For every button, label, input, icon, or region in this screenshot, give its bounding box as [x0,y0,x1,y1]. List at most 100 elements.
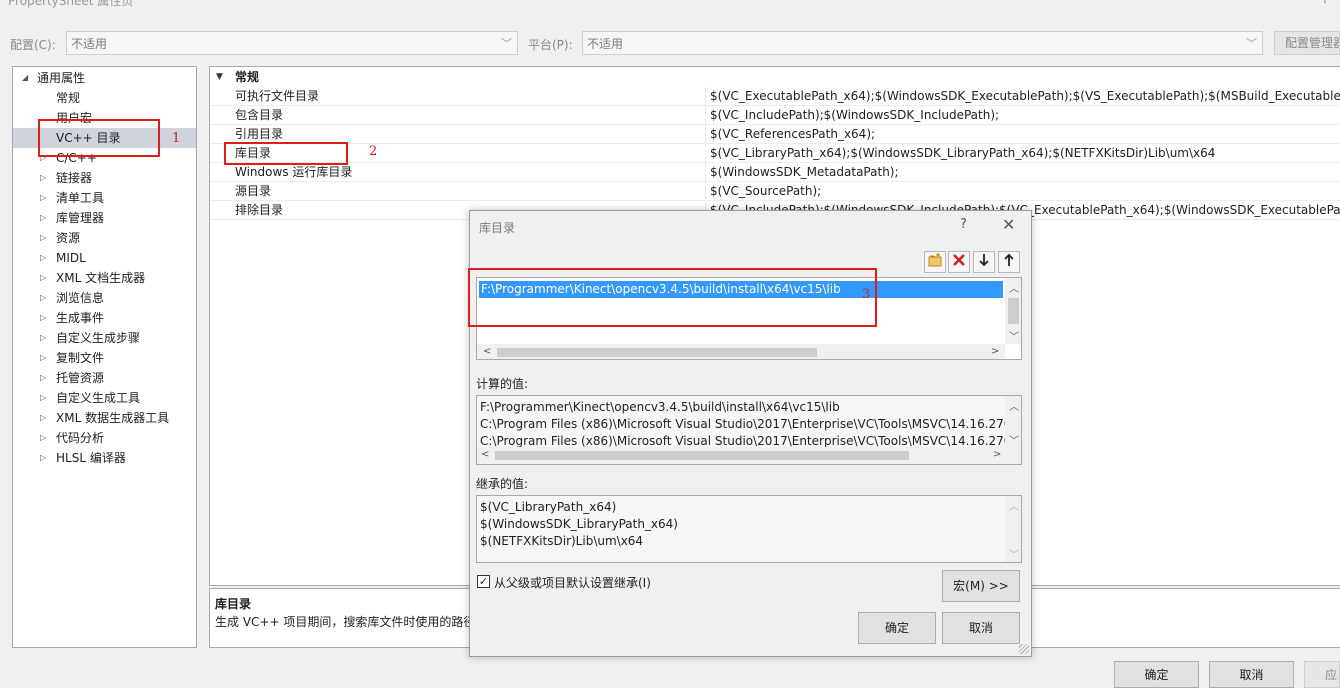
config-select[interactable]: 不适用 ﹀ [66,31,518,55]
expand-triangle-icon[interactable]: ▷ [40,388,46,408]
resize-grip-icon[interactable] [1019,644,1029,654]
expand-triangle-icon[interactable]: ▷ [40,348,46,368]
tree-item[interactable]: ▷ 自定义生成步骤 [13,328,196,348]
property-value[interactable]: $(VC_ReferencesPath_x64); [710,125,875,144]
tree-root-common-properties[interactable]: ◢ 通用属性 [13,68,196,88]
property-value[interactable]: $(VC_SourcePath); [710,182,821,201]
scroll-up-icon[interactable]: ︿ [1009,498,1019,513]
scroll-down-icon[interactable]: ﹀ [1009,546,1019,561]
tree-item[interactable]: ▷ 生成事件 [13,308,196,328]
scroll-down-icon[interactable]: ﹀ [1009,328,1019,343]
scroll-right-icon[interactable]: > [991,346,999,357]
tree-item[interactable]: ▷ 代码分析 [13,428,196,448]
evaluated-value-label: 计算的值: [476,377,529,391]
inherited-listbox[interactable]: $(VC_LibraryPath_x64) $(WindowsSDK_Libra… [476,495,1022,563]
inherit-checkbox[interactable]: ✓ [477,575,490,588]
property-row[interactable]: 引用目录 $(VC_ReferencesPath_x64); [210,125,1340,144]
inherited-line: $(NETFXKitsDir)Lib\um\x64 [480,534,644,548]
expand-triangle-icon[interactable]: ▷ [40,168,46,188]
expand-triangle-icon[interactable]: ▷ [40,188,46,208]
property-row[interactable]: Windows 运行库目录 $(WindowsSDK_MetadataPath); [210,163,1340,182]
property-row[interactable]: 库目录 $(VC_LibraryPath_x64);$(WindowsSDK_Li… [210,144,1340,163]
tree-item[interactable]: ▷ 资源 [13,228,196,248]
inherit-checkbox-label[interactable]: 从父级或项目默认设置继承(I) [494,574,651,591]
scroll-thumb[interactable] [1008,298,1019,324]
tree-item[interactable]: ▷ MIDL [13,248,196,268]
move-down-icon[interactable] [973,251,995,273]
edit-vscrollbar[interactable]: ︿ ﹀ [1005,278,1021,344]
tree-item[interactable]: ▷ 托管资源 [13,368,196,388]
help-icon[interactable]: ? [1322,0,1328,6]
property-value[interactable]: $(VC_LibraryPath_x64);$(WindowsSDK_Libra… [710,144,1215,163]
scroll-down-icon[interactable]: ﹀ [1009,432,1019,447]
platform-select[interactable]: 不适用 ﹀ [582,31,1263,55]
property-value[interactable]: $(WindowsSDK_MetadataPath); [710,163,899,182]
property-value[interactable]: $(VC_IncludePath);$(WindowsSDK_IncludePa… [710,106,999,125]
expand-triangle-icon[interactable]: ▷ [40,448,46,468]
grid-category-label: 常规 [235,70,260,84]
evaluated-line: F:\Programmer\Kinect\opencv3.4.5\build\i… [480,400,840,414]
config-manager-button[interactable]: 配置管理器 [1274,31,1340,55]
tree-item[interactable]: ▷ HLSL 编译器 [13,448,196,468]
evaluated-listbox[interactable]: F:\Programmer\Kinect\opencv3.4.5\build\i… [476,395,1022,465]
tree-item-label: 代码分析 [56,431,105,445]
scroll-left-icon[interactable]: < [483,346,491,357]
evaluated-line: C:\Program Files (x86)\Microsoft Visual … [480,417,1012,431]
dialog-help-icon[interactable]: ? [960,217,967,232]
edit-hscrollbar[interactable]: < > [477,344,1005,359]
expand-triangle-icon[interactable]: ▷ [40,328,46,348]
expand-triangle-icon[interactable]: ▷ [40,228,46,248]
inherited-vscrollbar[interactable]: ︿ ﹀ [1005,496,1021,562]
property-row[interactable]: 包含目录 $(VC_IncludePath);$(WindowsSDK_Inclu… [210,106,1340,125]
inherited-line: $(VC_LibraryPath_x64) [480,500,617,514]
expand-triangle-icon[interactable]: ▷ [40,248,46,268]
tree-item[interactable]: ▷ 自定义生成工具 [13,388,196,408]
dialog-close-icon[interactable]: ✕ [1002,215,1015,234]
property-row[interactable]: 可执行文件目录 $(VC_ExecutablePath_x64);$(Window… [210,87,1340,106]
cancel-button[interactable]: 取消 [1209,661,1294,688]
tree-item[interactable]: 常规 [13,88,196,108]
ok-button[interactable]: 确定 [1114,661,1199,688]
tree-item[interactable]: ▷ 复制文件 [13,348,196,368]
property-name: 排除目录 [235,203,284,217]
scroll-up-icon[interactable]: ︿ [1009,398,1019,413]
scroll-right-icon[interactable]: > [993,449,1001,460]
tree-item[interactable]: ▷ 链接器 [13,168,196,188]
apply-button[interactable]: 应 [1304,661,1340,688]
expand-triangle-icon[interactable]: ▷ [40,408,46,428]
scroll-left-icon[interactable]: < [481,449,489,460]
description-text: 生成 VC++ 项目期间，搜索库文件时使用的路径 [215,615,476,629]
annotation-number-3: 3 [862,287,871,302]
scroll-thumb[interactable] [497,348,817,357]
move-up-icon[interactable] [998,251,1020,273]
expand-triangle-icon[interactable]: ▷ [40,208,46,228]
expand-triangle-icon[interactable]: ▷ [40,368,46,388]
expand-triangle-icon[interactable]: ▷ [40,268,46,288]
property-value[interactable]: $(VC_ExecutablePath_x64);$(WindowsSDK_Ex… [710,87,1340,106]
inherited-value-label: 继承的值: [476,477,529,491]
tree-item[interactable]: ▷ 清单工具 [13,188,196,208]
dialog-cancel-button[interactable]: 取消 [942,612,1020,644]
new-line-icon[interactable] [924,251,946,273]
property-row[interactable]: 源目录 $(VC_SourcePath); [210,182,1340,201]
delete-icon[interactable] [948,251,970,273]
grid-category-general[interactable]: ▼ 常规 [210,68,1340,87]
expand-triangle-icon[interactable]: ▷ [40,308,46,328]
expand-triangle-icon[interactable]: ▷ [40,428,46,448]
dialog-ok-button[interactable]: 确定 [858,612,936,644]
platform-label: 平台(P): [528,38,573,52]
scroll-thumb[interactable] [495,451,909,460]
property-name: 可执行文件目录 [235,89,320,103]
tree-item-label: 资源 [56,231,81,245]
tree-item[interactable]: ▷ XML 数据生成器工具 [13,408,196,428]
macros-button[interactable]: 宏(M) >> [942,570,1020,602]
tree-item-label: 复制文件 [56,351,105,365]
scroll-up-icon[interactable]: ︿ [1009,280,1019,295]
tree-item-label: 清单工具 [56,191,105,205]
evaluated-hscrollbar[interactable]: < > [477,447,1021,464]
tree-item[interactable]: ▷ XML 文档生成器 [13,268,196,288]
tree-item[interactable]: ▷ 浏览信息 [13,288,196,308]
tree-item[interactable]: ▷ 库管理器 [13,208,196,228]
expand-triangle-icon[interactable]: ▷ [40,288,46,308]
evaluated-vscrollbar[interactable]: ︿ ﹀ [1005,396,1021,447]
